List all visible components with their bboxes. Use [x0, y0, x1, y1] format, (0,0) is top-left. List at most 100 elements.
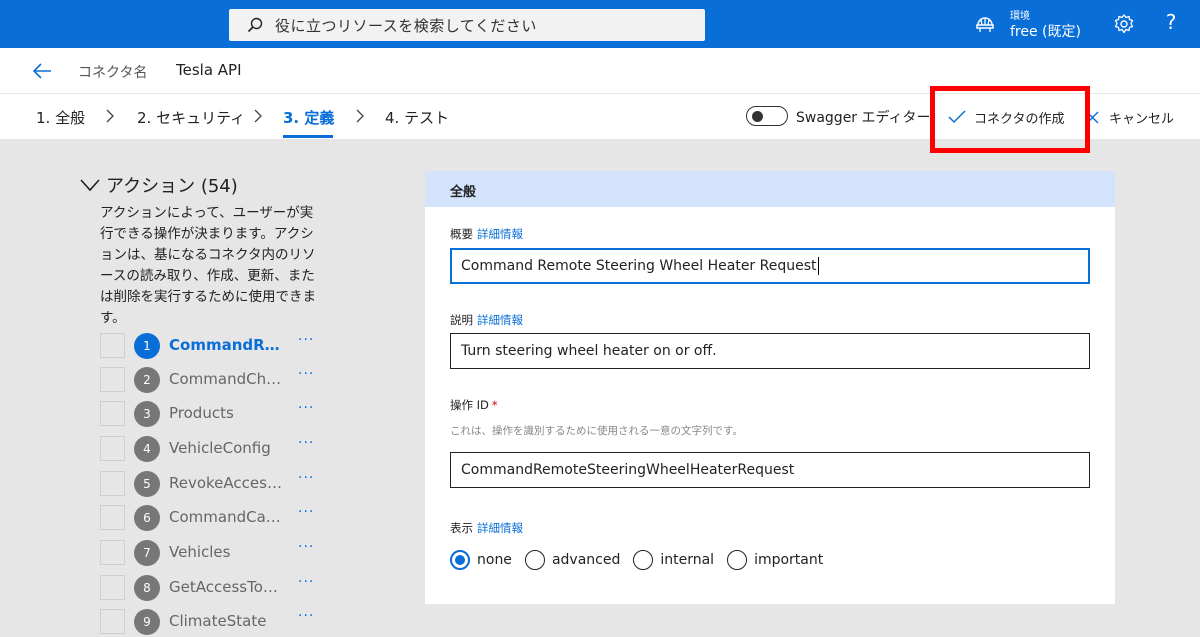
- more-options-icon[interactable]: ···: [298, 366, 314, 382]
- chevron-right-icon: [356, 109, 364, 123]
- description-learn-more-link[interactable]: 詳細情報: [477, 313, 523, 327]
- more-options-icon[interactable]: ···: [298, 504, 314, 520]
- action-checkbox[interactable]: [100, 367, 125, 392]
- action-name[interactable]: CommandCan…: [169, 508, 285, 526]
- summary-label-row: 概要 詳細情報: [450, 226, 523, 242]
- action-number-badge: 5: [134, 471, 160, 497]
- step-test[interactable]: 4. テスト: [385, 107, 449, 128]
- visibility-label-row: 表示 詳細情報: [450, 520, 523, 536]
- action-name[interactable]: VehicleConfig: [169, 439, 285, 457]
- swagger-editor-toggle[interactable]: [746, 106, 788, 126]
- action-name[interactable]: ClimateState: [169, 612, 285, 630]
- action-name[interactable]: RevokeAcces…: [169, 474, 285, 492]
- gear-icon[interactable]: [1113, 13, 1135, 35]
- action-name[interactable]: GetAccessTo…: [169, 578, 285, 596]
- more-options-icon[interactable]: ···: [298, 400, 314, 416]
- back-arrow-icon[interactable]: [32, 62, 52, 80]
- action-checkbox[interactable]: [100, 333, 125, 358]
- environment-icon[interactable]: [975, 14, 995, 34]
- create-connector-button[interactable]: コネクタの作成: [941, 102, 1079, 132]
- action-item[interactable]: 9 ClimateState ···: [100, 608, 330, 636]
- operation-id-label-row: 操作 ID *: [450, 397, 498, 413]
- summary-learn-more-link[interactable]: 詳細情報: [477, 227, 523, 241]
- chevron-right-icon: [106, 109, 114, 123]
- action-item[interactable]: 3 Products ···: [100, 400, 330, 428]
- more-options-icon[interactable]: ···: [298, 435, 314, 451]
- summary-label: 概要: [450, 227, 473, 241]
- action-item[interactable]: 7 Vehicles ···: [100, 539, 330, 567]
- action-number-badge: 8: [134, 575, 160, 601]
- general-panel-header: 全般: [425, 171, 1115, 207]
- action-number-badge: 1: [134, 333, 160, 359]
- action-name[interactable]: Products: [169, 404, 285, 422]
- action-name[interactable]: CommandCha…: [169, 370, 285, 388]
- summary-input[interactable]: Command Remote Steering Wheel Heater Req…: [450, 248, 1090, 284]
- radio-button[interactable]: [633, 550, 654, 570]
- radio-label: internal: [660, 552, 715, 568]
- radio-label: advanced: [551, 552, 621, 568]
- visibility-radio-none[interactable]: none: [450, 550, 512, 570]
- action-checkbox[interactable]: [100, 471, 125, 496]
- step-definition[interactable]: 3. 定義: [283, 107, 334, 128]
- cancel-button[interactable]: キャンセル: [1086, 102, 1174, 132]
- visibility-radio-advanced[interactable]: advanced: [524, 550, 621, 570]
- required-marker: *: [491, 398, 498, 412]
- action-number-badge: 2: [134, 367, 160, 393]
- more-options-icon[interactable]: ···: [298, 332, 314, 348]
- action-item[interactable]: 6 CommandCan… ···: [100, 504, 330, 532]
- more-options-icon[interactable]: ···: [298, 470, 314, 486]
- general-panel: 全般 概要 詳細情報 Command Remote Steering Wheel …: [425, 171, 1115, 604]
- action-item[interactable]: 5 RevokeAcces… ···: [100, 470, 330, 498]
- action-number-badge: 7: [134, 540, 160, 566]
- action-name[interactable]: CommandRe…: [169, 336, 285, 354]
- environment-value[interactable]: free (既定): [1010, 21, 1081, 41]
- action-item[interactable]: 2 CommandCha… ···: [100, 366, 330, 394]
- visibility-radio-group: none advanced internal important: [450, 550, 836, 570]
- more-options-icon[interactable]: ···: [298, 539, 314, 555]
- general-panel-title: 全般: [450, 185, 477, 200]
- action-item[interactable]: 1 CommandRe… ···: [100, 332, 330, 360]
- radio-label: none: [477, 552, 512, 568]
- description-input[interactable]: Turn steering wheel heater on or off.: [450, 333, 1090, 369]
- action-checkbox[interactable]: [100, 436, 125, 461]
- action-number-badge: 4: [134, 436, 160, 462]
- radio-button[interactable]: [727, 550, 748, 570]
- radio-button-selected[interactable]: [450, 550, 470, 570]
- check-icon: [948, 110, 966, 124]
- description-label: 説明: [450, 313, 473, 327]
- action-checkbox[interactable]: [100, 401, 125, 426]
- operation-id-input[interactable]: CommandRemoteSteeringWheelHeaterRequest: [450, 452, 1090, 488]
- more-options-icon[interactable]: ···: [298, 608, 314, 624]
- actions-header[interactable]: アクション (54): [80, 172, 238, 198]
- description-input-value: Turn steering wheel heater on or off.: [461, 343, 717, 359]
- operation-id-hint: これは、操作を識別するために使用される一意の文字列です。: [450, 425, 743, 437]
- visibility-radio-important[interactable]: important: [727, 550, 823, 570]
- visibility-learn-more-link[interactable]: 詳細情報: [477, 521, 523, 535]
- action-item[interactable]: 4 VehicleConfig ···: [100, 435, 330, 463]
- step-security[interactable]: 2. セキュリティ: [137, 107, 245, 128]
- more-options-icon[interactable]: ···: [298, 574, 314, 590]
- environment-label: 環境: [1010, 11, 1030, 22]
- title-bar: コネクタ名 Tesla API: [0, 48, 1200, 94]
- action-name[interactable]: Vehicles: [169, 543, 285, 561]
- cancel-label: キャンセル: [1109, 111, 1175, 127]
- actions-title: アクション (54): [106, 176, 238, 197]
- chevron-down-icon: [80, 179, 100, 192]
- radio-label: important: [754, 552, 824, 568]
- visibility-radio-internal[interactable]: internal: [633, 550, 714, 570]
- step-general[interactable]: 1. 全般: [36, 107, 85, 128]
- action-number-badge: 6: [134, 505, 160, 531]
- create-connector-label: コネクタの作成: [974, 111, 1065, 127]
- help-icon[interactable]: ?: [1162, 10, 1180, 34]
- action-checkbox[interactable]: [100, 540, 125, 565]
- search-box[interactable]: 役に立つリソースを検索してください: [229, 9, 705, 41]
- search-icon: [247, 17, 263, 33]
- operation-id-label: 操作 ID: [450, 398, 489, 412]
- radio-button[interactable]: [524, 550, 545, 570]
- action-checkbox[interactable]: [100, 505, 125, 530]
- action-checkbox[interactable]: [100, 575, 125, 600]
- action-checkbox[interactable]: [100, 609, 125, 634]
- action-item[interactable]: 8 GetAccessTo… ···: [100, 574, 330, 602]
- action-number-badge: 3: [134, 401, 160, 427]
- toggle-knob: [752, 111, 763, 122]
